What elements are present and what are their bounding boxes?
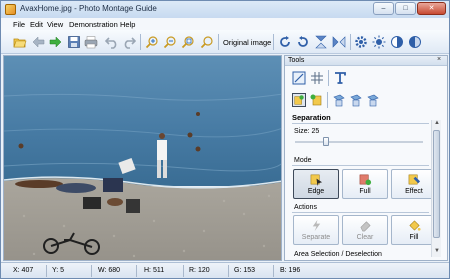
action-clear-button[interactable]: Clear (342, 215, 388, 245)
status-width: W: 680 (98, 267, 121, 274)
original-image-button[interactable]: Original image (223, 38, 271, 47)
window-title: AvaxHome.jpg - Photo Montage Guide (20, 4, 157, 13)
toolbar-separator (218, 34, 219, 50)
status-height: H: 511 (144, 267, 165, 274)
action-separate-label: Separate (301, 234, 331, 241)
print-icon[interactable] (84, 35, 98, 49)
menu-demonstration[interactable]: Demonstration (69, 20, 118, 29)
zoom-actual-icon[interactable] (200, 35, 214, 49)
size-slider-track[interactable] (295, 141, 423, 143)
section-divider (292, 123, 429, 124)
zoom-fit-icon[interactable] (181, 35, 195, 49)
size-slider-thumb[interactable] (323, 137, 329, 146)
stamp-tool-1-icon[interactable] (332, 93, 346, 107)
save-icon[interactable] (67, 35, 81, 49)
status-divider (91, 265, 92, 277)
status-x: X: 407 (13, 267, 34, 274)
area-selection-heading: Area Selection / Deselection (294, 251, 382, 258)
tools-scrollbar[interactable]: ▲ ▼ (431, 120, 441, 257)
saturation-icon[interactable] (408, 35, 422, 49)
stamp-tool-3-icon[interactable] (366, 93, 380, 107)
action-fill-label: Fill (409, 234, 419, 241)
menu-edit[interactable]: Edit (30, 20, 43, 29)
zoom-in-icon[interactable] (145, 35, 159, 49)
undo-icon[interactable] (105, 35, 119, 49)
status-red: R: 120 (189, 267, 210, 274)
redo-icon[interactable] (122, 35, 136, 49)
brightness-icon[interactable] (372, 35, 386, 49)
fill-bucket-icon (409, 220, 421, 231)
maximize-button[interactable]: □ (395, 2, 416, 15)
eraser-icon (360, 221, 371, 232)
contrast-icon[interactable] (390, 35, 404, 49)
status-blue: B: 196 (280, 267, 301, 274)
close-button[interactable]: ✕ (417, 2, 446, 15)
status-y: Y: 5 (52, 267, 65, 274)
tools-panel: Tools × Separation Size: 25 Mode Edge Fu… (284, 55, 448, 261)
status-divider (46, 265, 47, 277)
menu-view[interactable]: View (47, 20, 63, 29)
open-folder-icon[interactable] (13, 35, 27, 49)
menu-bar: File Edit View Demonstration Help (1, 18, 449, 30)
toolbar-separator (273, 34, 274, 50)
crop-tool-icon[interactable] (292, 71, 306, 85)
beach-photo (4, 56, 281, 260)
section-divider (292, 165, 429, 166)
app-window: AvaxHome.jpg - Photo Montage Guide ‒ □ ✕… (0, 0, 450, 279)
settings-gear-icon[interactable] (354, 35, 368, 49)
tools-panel-header: Tools × (285, 56, 447, 66)
mode-full-label: Full (359, 188, 371, 195)
scroll-up-icon[interactable]: ▲ (433, 120, 441, 128)
separate-action-icon (312, 219, 321, 232)
separation-heading: Separation (292, 113, 331, 122)
separation-tool-icon[interactable] (292, 93, 306, 107)
mode-edge-button[interactable]: Edge (293, 169, 339, 199)
scroll-down-icon[interactable]: ▼ (433, 248, 441, 256)
status-divider (228, 265, 229, 277)
section-divider (292, 212, 429, 213)
back-arrow-icon[interactable] (32, 35, 46, 49)
grid-tool-icon[interactable] (310, 71, 324, 85)
minimize-button[interactable]: ‒ (373, 2, 394, 15)
edge-mode-icon (310, 174, 323, 186)
image-canvas[interactable] (3, 55, 282, 261)
mode-full-button[interactable]: Full (342, 169, 388, 199)
panel-separator (327, 92, 328, 108)
app-logo-icon (5, 4, 16, 15)
rotate-right-icon[interactable] (296, 35, 310, 49)
tools-panel-title: Tools (288, 57, 305, 64)
forward-arrow-icon[interactable] (48, 35, 62, 49)
zoom-out-icon[interactable] (163, 35, 177, 49)
full-mode-icon (359, 174, 372, 186)
action-clear-label: Clear (356, 234, 374, 241)
effect-mode-icon (408, 174, 421, 185)
status-divider (273, 265, 274, 277)
main-toolbar: Original image (1, 30, 449, 54)
mode-edge-label: Edge (307, 188, 325, 195)
mode-effect-label: Effect (405, 188, 423, 195)
toolbar-separator (140, 34, 141, 50)
status-bar: X: 407 Y: 5 W: 680 H: 511 R: 120 G: 153 … (1, 262, 449, 278)
text-tool-icon[interactable] (333, 71, 347, 85)
stamp-tool-2-icon[interactable] (349, 93, 363, 107)
scroll-thumb[interactable] (433, 130, 440, 238)
size-label: Size: 25 (294, 128, 320, 135)
tools-panel-close-button[interactable]: × (437, 56, 441, 63)
toolbar-separator (350, 34, 351, 50)
rotate-left-icon[interactable] (278, 35, 292, 49)
status-divider (136, 265, 137, 277)
title-bar: AvaxHome.jpg - Photo Montage Guide ‒ □ ✕ (1, 1, 449, 18)
menu-help[interactable]: Help (120, 20, 135, 29)
flip-vertical-icon[interactable] (314, 35, 328, 49)
panel-separator (328, 70, 329, 86)
menu-file[interactable]: File (13, 20, 25, 29)
merge-tool-icon[interactable] (309, 93, 323, 107)
action-separate-button[interactable]: Separate (293, 215, 339, 245)
flip-horizontal-icon[interactable] (332, 35, 346, 49)
actions-heading: Actions (294, 204, 317, 211)
mode-heading: Mode (294, 157, 312, 164)
status-green: G: 153 (234, 267, 256, 274)
status-divider (183, 265, 184, 277)
